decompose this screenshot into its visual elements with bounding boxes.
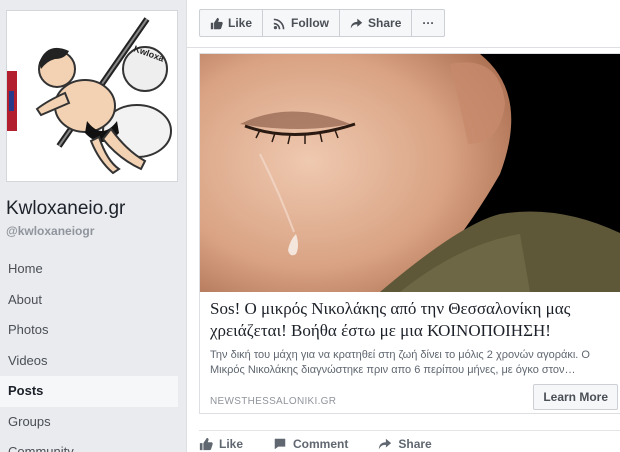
share-arrow-icon [350,17,363,30]
follow-button[interactable]: Follow [263,10,341,36]
comment-bubble-icon [273,437,287,451]
more-options-icon: ··· [422,16,435,30]
post-headline[interactable]: Sos! Ο μικρός Νικολάκης από την Θεσσαλον… [210,298,614,342]
left-column: Kwloxa Kwloxaneio.gr @kwloxaneiogr Home … [0,0,186,452]
post-description: Την δική του μάχη για να κρατηθεί στη ζω… [210,349,590,376]
page-nav: Home About Photos Videos Posts Groups Co… [0,254,178,452]
cartoon-illustration: Kwloxa [7,11,177,181]
more-options-button[interactable]: ··· [412,10,444,36]
comment-button[interactable]: Comment [273,435,348,452]
nav-item-community[interactable]: Community [0,437,178,452]
nav-item-posts[interactable]: Posts [0,376,178,407]
learn-more-button[interactable]: Learn More [533,384,618,410]
share-post-label: Share [398,436,432,451]
nav-item-groups[interactable]: Groups [0,407,178,438]
comment-label: Comment [293,436,349,451]
nav-item-videos[interactable]: Videos [0,346,178,377]
thumbs-up-icon [210,17,223,30]
post-domain: NEWSTHESSALONIKI.GR [210,396,337,407]
like-page-label: Like [228,16,253,30]
like-page-button[interactable]: Like [200,10,264,36]
rss-icon [273,17,286,30]
like-post-button[interactable]: Like [199,435,243,452]
link-preview-card[interactable]: Sos! Ο μικρός Νικολάκης από την Θεσσαλον… [199,53,620,414]
nav-item-home[interactable]: Home [0,254,178,285]
divider [187,47,620,48]
main-column: Like Follow Share ··· Sos! Ο μικρός Νικο… [186,0,620,452]
post-image[interactable] [200,54,620,292]
share-page-label: Share [368,16,402,30]
post-action-bar: Like Comment Share [199,430,620,452]
share-post-button[interactable]: Share [378,435,432,452]
page-action-bar: Like Follow Share ··· [199,9,446,37]
nav-item-about[interactable]: About [0,285,178,316]
share-arrow-icon [378,437,392,451]
profile-picture[interactable]: Kwloxa [6,10,178,182]
thumbs-up-icon [199,437,213,451]
page-handle: @kwloxaneiogr [6,224,95,238]
page-name[interactable]: Kwloxaneio.gr [6,198,125,220]
like-post-label: Like [219,436,244,451]
nav-item-photos[interactable]: Photos [0,315,178,346]
share-page-button[interactable]: Share [340,10,413,36]
follow-label: Follow [291,16,330,30]
